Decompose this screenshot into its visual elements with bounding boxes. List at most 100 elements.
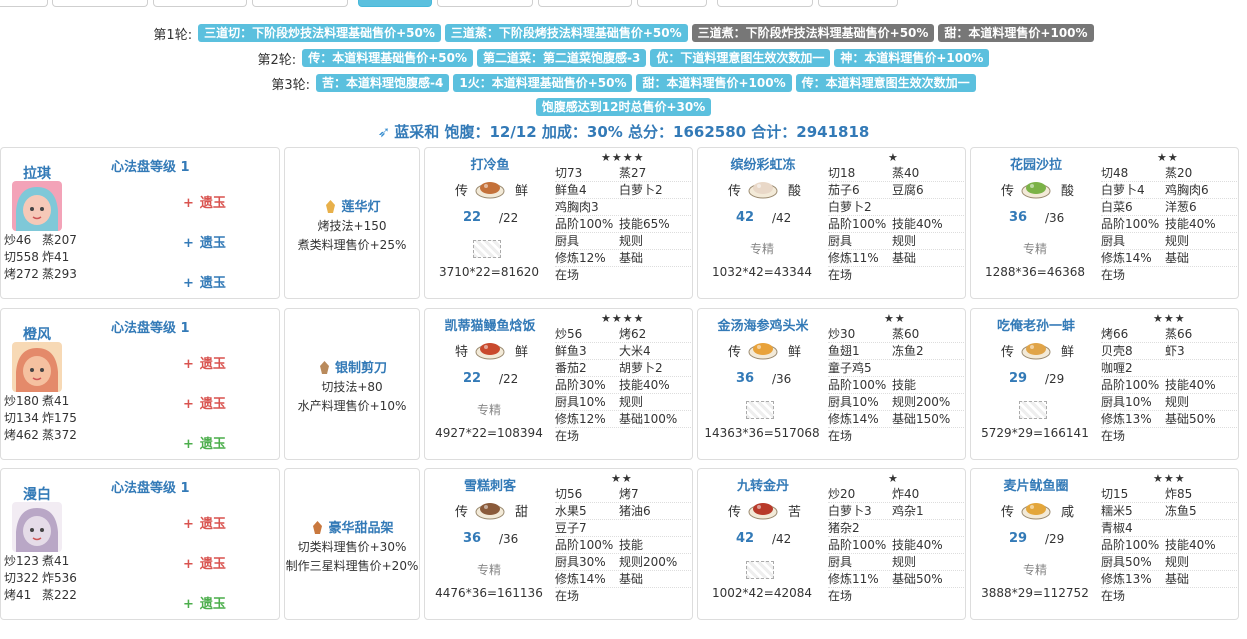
broken-image-icon <box>746 401 774 419</box>
recipe-detail-cell: 烤7 <box>619 487 639 501</box>
recipe-detail-cell: 在场 <box>828 589 853 603</box>
jade-label: 遗玉 <box>199 597 226 612</box>
recipe-detail-cell: 蒸66 <box>1165 327 1193 341</box>
recipe-detail-cell <box>619 199 683 215</box>
jade-slot[interactable]: + 遗玉 <box>183 272 226 291</box>
recipe-rarity-tag: 传 <box>455 505 469 520</box>
recipe-name[interactable]: 雪糕刺客 <box>430 475 550 494</box>
recipe-detail-cell: 品阶100% <box>828 217 887 231</box>
recipe-quantity[interactable]: 42 <box>736 531 754 546</box>
recipe-detail-cell: 修炼13% <box>1101 572 1152 586</box>
equipment-card[interactable]: 豪华甜品架 切类料理售价+30% 制作三星料理售价+20% <box>284 468 420 620</box>
round-row-3: 第3轮: 苦：本道料理饱腹感-4 1火：本道料理基础售价+50% 甜：本道料理售价+1… <box>0 73 1247 93</box>
recipe-card[interactable]: 麦片鱿鱼圈 ★★★ 传 咸 29/29 专精 3888*29=112752 切15 炸85 糯米5… <box>970 468 1239 620</box>
jade-slot[interactable]: + 遗玉 <box>183 192 226 211</box>
round-row-2: 第2轮: 传：本道料理基础售价+50% 第二道菜：第二道菜饱腹感-3 优：下道料理意图… <box>0 48 1247 68</box>
recipe-name[interactable]: 麦片鱿鱼圈 <box>976 475 1096 494</box>
chef-name[interactable]: 橙风 <box>23 324 51 344</box>
equipment-name-text: 莲华灯 <box>341 200 381 215</box>
recipe-name[interactable]: 吃俺老孙一蚌 <box>976 315 1096 334</box>
recipe-detail-row: 品阶100% 技能40% <box>1101 377 1237 394</box>
top-tab-10[interactable] <box>818 0 898 7</box>
round-label: 第1轮: <box>153 27 193 43</box>
recipe-card[interactable]: 打冷鱼 ★★★★ 传 鲜 22/22 3710*22=81620 切73 蒸27 鲜鱼4 白萝卜2… <box>424 147 693 299</box>
recipe-quantity[interactable]: 29 <box>1009 531 1027 546</box>
equipment-card[interactable]: 莲华灯 烤技法+150 煮类料理售价+25% <box>284 147 420 299</box>
dish-icon <box>1021 493 1051 521</box>
chef-stat: 蒸293 <box>42 267 77 281</box>
recipe-detail-cell: 冻鱼5 <box>1165 504 1197 518</box>
jade-plus: + <box>183 196 194 211</box>
recipe-total: 4476*36=161136 <box>435 586 543 600</box>
top-tab-3[interactable] <box>153 0 247 7</box>
top-tab-8[interactable] <box>637 0 707 7</box>
recipe-detail-cell: 规则 <box>892 555 917 569</box>
recipe-card[interactable]: 雪糕刺客 ★★ 传 甜 36/36 专精 4476*36=161136 切56 烤7 水果5 猪油6… <box>424 468 693 620</box>
jade-slot[interactable]: + 遗玉 <box>183 393 226 412</box>
recipe-detail-cell: 咖喱2 <box>1101 361 1133 375</box>
chef-avatar[interactable] <box>12 342 62 392</box>
recipe-detail-cell <box>892 360 956 376</box>
chef-stat-line: 切558 炸41 <box>4 249 80 266</box>
recipe-detail-row: 品阶100% 技能40% <box>828 216 964 233</box>
round-effect-badge: 传：本道料理意图生效次数加一 <box>795 74 976 92</box>
recipe-quantity[interactable]: 36 <box>1009 210 1027 225</box>
top-tab-9[interactable] <box>717 0 813 7</box>
equipment-card[interactable]: 银制剪刀 切技法+80 水产料理售价+10% <box>284 308 420 460</box>
chef-stat: 炒123 <box>4 554 39 568</box>
recipe-name[interactable]: 打冷鱼 <box>430 154 550 173</box>
recipe-detail-row: 修炼14% 基础150% <box>828 411 964 428</box>
chef-stat: 炸536 <box>42 571 77 585</box>
recipe-details: 烤66 蒸66 贝壳8 虾3 咖喱2 品阶100% 技能40% 厨具10% 规则 修炼13% 基础5… <box>1101 326 1237 445</box>
top-tab-2[interactable] <box>52 0 148 7</box>
chef-name[interactable]: 拉琪 <box>23 163 51 183</box>
jade-slot[interactable]: + 遗玉 <box>183 553 226 572</box>
recipe-max-quantity: /22 <box>499 372 519 386</box>
recipe-detail-cell: 厨具 <box>1101 234 1126 248</box>
recipe-quantity[interactable]: 42 <box>736 210 754 225</box>
recipe-flavor: 酸 <box>1061 184 1075 199</box>
recipe-card[interactable]: 九转金丹 ★ 传 苦 42/42 1002*42=42084 炒20 炸40 白萝卜3 鸡杂1 猪杂… <box>697 468 966 620</box>
recipe-card[interactable]: 花园沙拉 ★★ 传 酸 36/36 专精 1288*36=46368 切48 蒸20 白萝卜4 鸡胸… <box>970 147 1239 299</box>
chef-name[interactable]: 漫白 <box>23 484 51 504</box>
top-tab-4[interactable] <box>252 0 348 7</box>
recipe-detail-row: 修炼14% 基础 <box>555 571 691 588</box>
recipe-detail-cell: 品阶100% <box>1101 538 1160 552</box>
top-tab-5-active[interactable] <box>358 0 432 7</box>
chef-level: 心法盘等级 1 <box>111 160 190 175</box>
recipe-name[interactable]: 九转金丹 <box>703 475 823 494</box>
jade-slot[interactable]: + 遗玉 <box>183 353 226 372</box>
top-tab-1[interactable] <box>0 0 48 7</box>
recipe-detail-cell: 技能40% <box>892 538 943 552</box>
recipe-detail-cell: 白萝卜2 <box>619 183 663 197</box>
chef-avatar[interactable] <box>12 502 62 552</box>
jade-slot[interactable]: + 遗玉 <box>183 433 226 452</box>
recipe-name[interactable]: 金汤海参鸡头米 <box>703 315 823 334</box>
chef-avatar[interactable] <box>12 181 62 231</box>
recipe-total: 1002*42=42084 <box>711 586 813 600</box>
leaf-icon: ➶ <box>377 123 391 141</box>
top-tab-6[interactable] <box>437 0 533 7</box>
recipe-detail-row: 在场 <box>1101 428 1237 445</box>
recipe-quantity[interactable]: 29 <box>1009 371 1027 386</box>
jade-slot[interactable]: + 遗玉 <box>183 232 226 251</box>
recipe-name[interactable]: 凯蒂猫鳗鱼焓饭 <box>430 315 550 334</box>
recipe-quantity[interactable]: 36 <box>736 371 754 386</box>
recipe-quantity[interactable]: 22 <box>463 210 481 225</box>
chef-stat-line: 切322 炸536 <box>4 570 80 587</box>
recipe-flavor: 咸 <box>1061 505 1075 520</box>
recipe-name[interactable]: 缤纷彩虹冻 <box>703 154 823 173</box>
recipe-detail-cell: 冻鱼2 <box>892 344 924 358</box>
recipe-card[interactable]: 缤纷彩虹冻 ★ 传 酸 42/42 专精 1032*42=43344 切18 蒸40 茄子6 豆腐6… <box>697 147 966 299</box>
top-tab-7[interactable] <box>538 0 632 7</box>
recipe-detail-row: 鲜鱼4 白萝卜2 <box>555 182 691 199</box>
recipe-card[interactable]: 吃俺老孙一蚌 ★★★ 传 鲜 29/29 5729*29=166141 烤66 蒸66 贝壳8 虾… <box>970 308 1239 460</box>
jade-slot[interactable]: + 遗玉 <box>183 593 226 612</box>
recipe-quantity[interactable]: 22 <box>463 371 481 386</box>
recipe-detail-cell: 规则 <box>892 234 917 248</box>
jade-slot[interactable]: + 遗玉 <box>183 513 226 532</box>
recipe-name[interactable]: 花园沙拉 <box>976 154 1096 173</box>
recipe-quantity[interactable]: 36 <box>463 531 481 546</box>
recipe-card[interactable]: 金汤海参鸡头米 ★★ 传 鲜 36/36 14363*36=517068 炒30 蒸60 鱼翅1… <box>697 308 966 460</box>
recipe-card[interactable]: 凯蒂猫鳗鱼焓饭 ★★★★ 特 鲜 22/22 专精 4927*22=108394 炒56 烤62… <box>424 308 693 460</box>
